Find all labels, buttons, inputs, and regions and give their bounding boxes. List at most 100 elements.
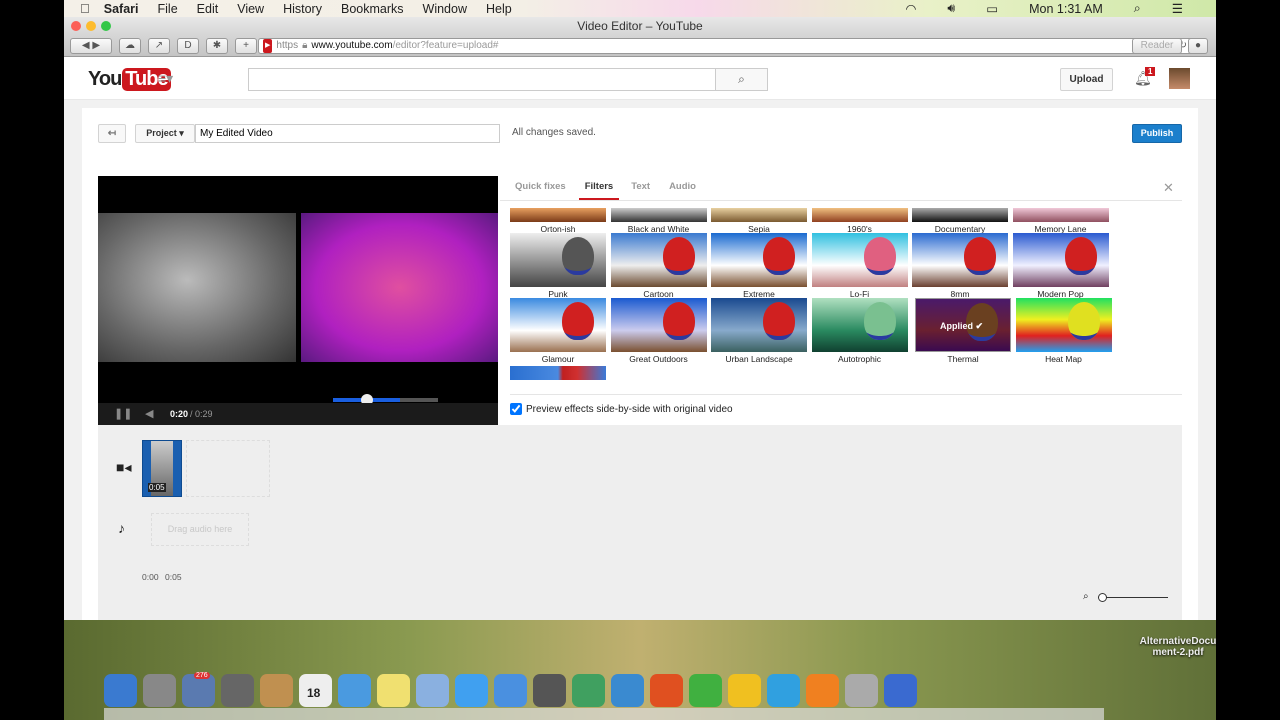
dock-app-icon[interactable] (767, 674, 800, 707)
guide-menu-icon[interactable]: ≡▾ (158, 70, 173, 87)
filter-memory-lane[interactable]: Memory Lane (1012, 208, 1109, 234)
dock-app-icon[interactable] (689, 674, 722, 707)
menu-help[interactable]: Help (486, 2, 512, 16)
filter-black-and-white[interactable]: Black and White (610, 208, 707, 234)
menu-window[interactable]: Window (423, 2, 467, 16)
dock-app-icon[interactable] (533, 674, 566, 707)
back-forward-button[interactable]: ◀ ▶ (70, 38, 112, 54)
volume-icon[interactable]: 🔊︎ (947, 1, 955, 16)
youtube-favicon: ▶ (263, 39, 273, 53)
wifi-icon[interactable]: ◠ (905, 1, 916, 16)
dock-app-icon[interactable] (611, 674, 644, 707)
clock[interactable]: Mon 1:31 AM (1029, 2, 1103, 16)
dock-app-icon[interactable] (884, 674, 917, 707)
back-button[interactable]: ↤ (98, 124, 126, 143)
new-tab-button[interactable]: + (235, 38, 257, 54)
seek-bar[interactable] (333, 394, 438, 406)
dock-app-icon[interactable] (650, 674, 683, 707)
menu-app[interactable]: Safari (104, 2, 139, 16)
filter-thermal[interactable]: Applied ✔ Thermal (915, 298, 1011, 364)
filter-thumbnail (1012, 233, 1109, 287)
apple-menu-icon[interactable]:  (80, 1, 90, 16)
filter-documentary[interactable]: Documentary (912, 208, 1008, 234)
dock-app-icon[interactable] (143, 674, 176, 707)
search-button[interactable]: ⌕ (715, 68, 768, 91)
tab-text[interactable]: Text (631, 181, 657, 201)
icloud-icon[interactable]: ☁ (119, 38, 141, 54)
balloon-image (763, 302, 795, 340)
preview-checkbox[interactable] (510, 403, 522, 415)
dock-app-icon[interactable] (494, 674, 527, 707)
filter-heat-map[interactable]: Heat Map (1015, 298, 1112, 364)
dock-app-icon[interactable] (455, 674, 488, 707)
battery-icon[interactable]: ▭ (986, 1, 998, 16)
video-player[interactable]: ❚❚ ◀ 0:20 / 0:29 (98, 176, 498, 425)
publish-button[interactable]: Publish (1132, 124, 1182, 143)
project-name-input[interactable] (195, 124, 500, 143)
filter-punk[interactable]: Punk (510, 233, 606, 299)
filter-label: Glamour (541, 354, 575, 364)
dock-app-icon[interactable] (338, 674, 371, 707)
filter-cartoon[interactable]: Cartoon (610, 233, 707, 299)
filter-glamour[interactable]: Glamour (510, 298, 606, 364)
extension2-icon[interactable]: ✱ (206, 38, 228, 54)
filter-great-outdoors[interactable]: Great Outdoors (610, 298, 707, 364)
filter-urban-landscape[interactable]: Urban Landscape (711, 298, 807, 364)
filter-lo-fi[interactable]: Lo-Fi (811, 233, 908, 299)
dock-app-icon[interactable] (572, 674, 605, 707)
filter-thumb-partial[interactable] (510, 366, 606, 380)
dock (104, 674, 917, 707)
dock-app-icon[interactable] (260, 674, 293, 707)
close-panel-icon[interactable]: ✕ (1163, 180, 1174, 196)
filter-8mm[interactable]: 8mm (912, 233, 1008, 299)
address-bar[interactable]: ▶ https 🔒︎ www.youtube.com/editor?featur… (258, 38, 1194, 54)
audio-drop-zone[interactable]: Drag audio here (151, 513, 249, 546)
dock-app-icon[interactable] (377, 674, 410, 707)
dock-app-icon[interactable] (416, 674, 449, 707)
avatar[interactable] (1169, 68, 1190, 89)
video-clip[interactable]: 0:05 (142, 440, 182, 497)
notification-center-icon[interactable]: ☰ (1172, 1, 1183, 16)
filter-1960-s[interactable]: 1960's (811, 208, 908, 234)
filter-modern-pop[interactable]: Modern Pop (1012, 233, 1109, 299)
menu-history[interactable]: History (283, 2, 322, 16)
tab-audio[interactable]: Audio (669, 181, 703, 201)
dock-app-icon[interactable] (221, 674, 254, 707)
zoom-window-button[interactable] (101, 21, 111, 31)
zoom-slider-handle[interactable] (1098, 593, 1107, 602)
dock-app-icon[interactable] (104, 674, 137, 707)
close-window-button[interactable] (71, 21, 81, 31)
volume-icon[interactable]: ◀ (145, 407, 153, 420)
dock-app-icon[interactable] (806, 674, 839, 707)
filter-autotrophic[interactable]: Autotrophic (811, 298, 908, 364)
filter-thumbnail (711, 208, 807, 222)
downloads-icon[interactable]: ● (1188, 38, 1208, 54)
dock-app-icon[interactable] (728, 674, 761, 707)
balloon-image (1064, 237, 1097, 275)
minimize-window-button[interactable] (86, 21, 96, 31)
spotlight-icon[interactable]: ⌕ (1134, 1, 1141, 16)
search-input[interactable] (248, 68, 716, 91)
filter-sepia[interactable]: Sepia (711, 208, 807, 234)
upload-button[interactable]: Upload (1060, 68, 1113, 91)
tab-filters[interactable]: Filters (578, 181, 620, 201)
url-path: /editor?feature=upload# (392, 40, 499, 51)
project-dropdown[interactable]: Project ▾ (135, 124, 195, 143)
menu-view[interactable]: View (237, 2, 264, 16)
dock-app-icon[interactable] (845, 674, 878, 707)
pause-icon[interactable]: ❚❚ (114, 407, 132, 420)
extension-icon[interactable]: D (177, 38, 199, 54)
zoom-slider[interactable] (1098, 597, 1168, 598)
reader-button[interactable]: Reader (1132, 38, 1182, 54)
balloon-image (863, 302, 896, 340)
menu-file[interactable]: File (158, 2, 178, 16)
preview-side-by-side[interactable]: Preview effects side-by-side with origin… (510, 403, 733, 415)
menu-edit[interactable]: Edit (197, 2, 219, 16)
share-icon[interactable]: ↗ (148, 38, 170, 54)
video-drop-zone[interactable] (186, 440, 270, 497)
filter-thumbnail (912, 208, 1008, 222)
filter-orton-ish[interactable]: Orton-ish (510, 208, 606, 234)
menu-bookmarks[interactable]: Bookmarks (341, 2, 404, 16)
tab-quick-fixes[interactable]: Quick fixes (515, 181, 573, 201)
filter-extreme[interactable]: Extreme (711, 233, 807, 299)
